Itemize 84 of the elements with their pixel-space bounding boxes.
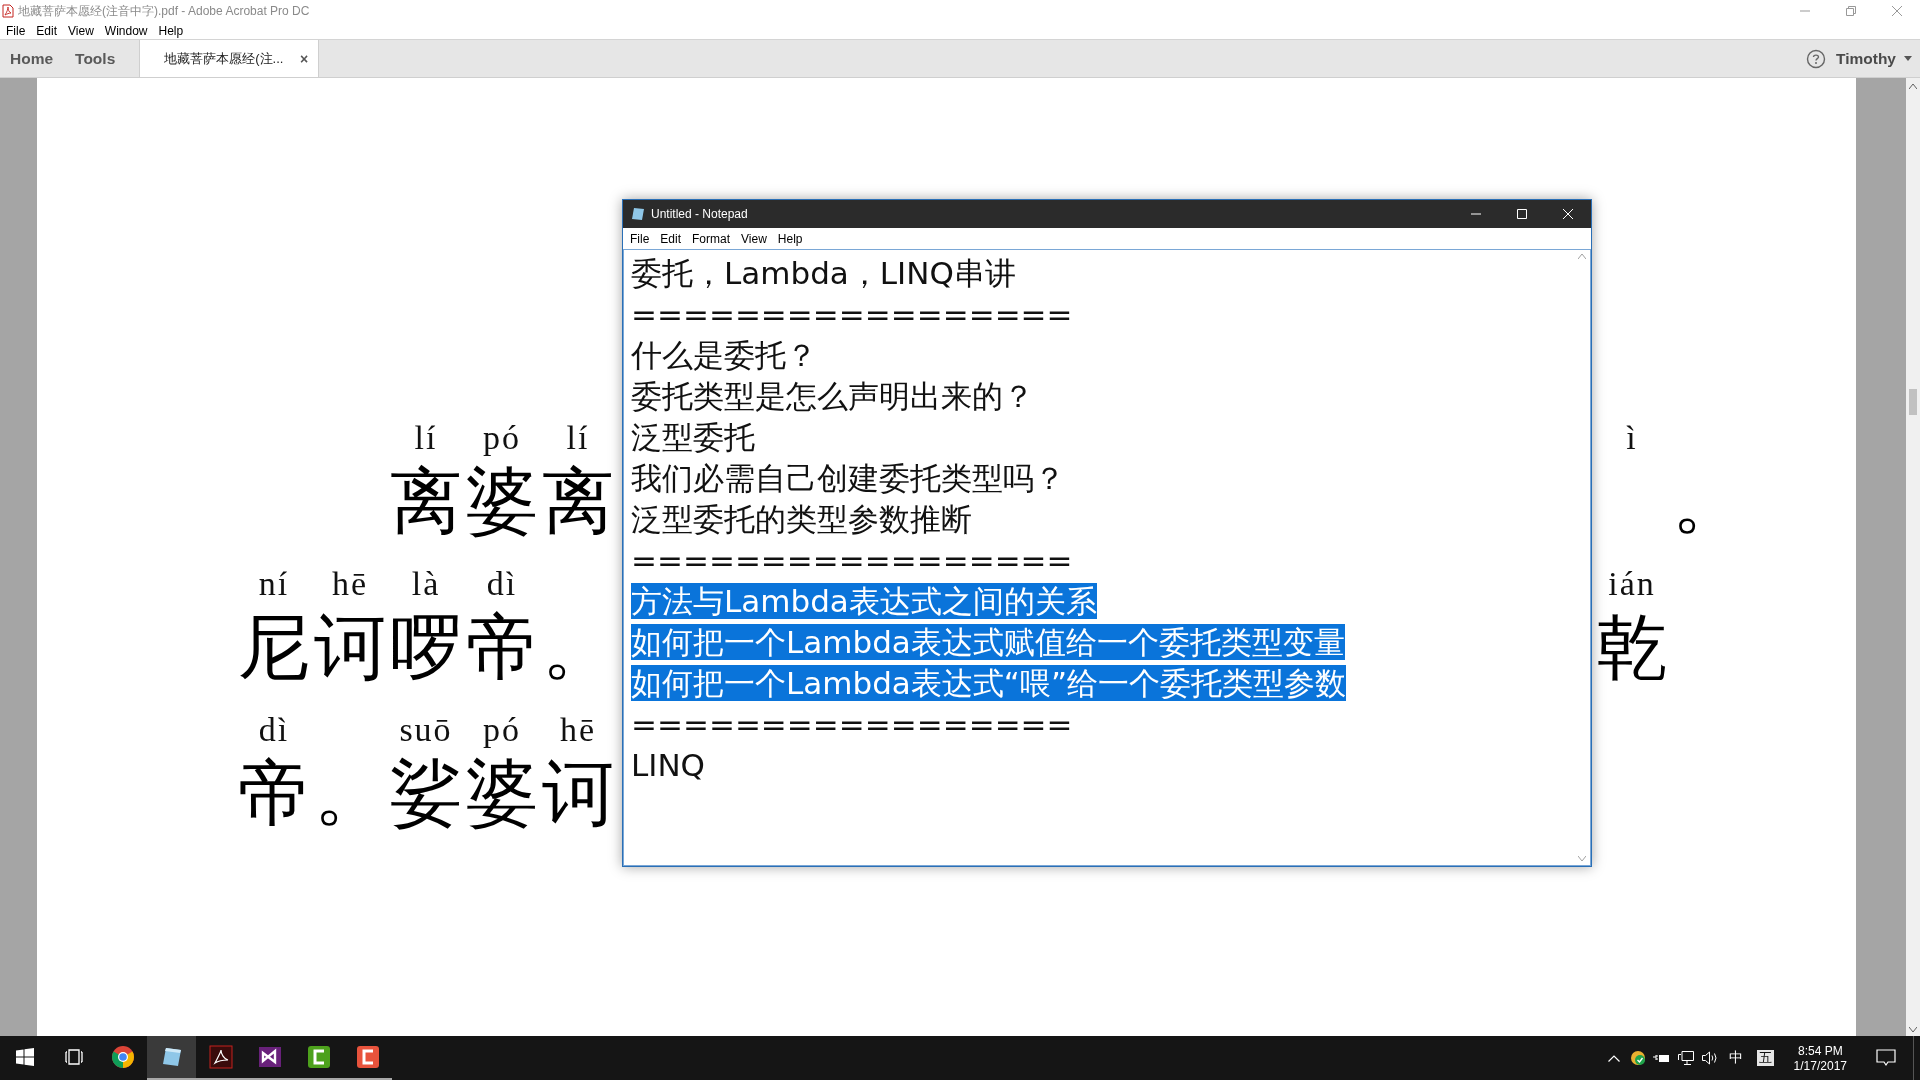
pinyin-text: suō [399,710,453,750]
chinese-character: 乾 [1596,606,1668,688]
chinese-character: 。 [314,752,386,834]
clock[interactable]: 8:54 PM 1/17/2017 [1783,1043,1857,1073]
nav-tab[interactable]: Home [0,40,66,77]
pinyin-text: ián [1608,564,1656,604]
battery-charging-icon[interactable] [1652,1052,1671,1064]
text-line: 委托，Lambda，LINQ串讲 [631,255,1016,291]
restore-icon [1846,6,1856,16]
chinese-character: 帝 [466,606,538,688]
chinese-character: 娑 [390,752,462,834]
pinyin-text: pó [483,710,521,750]
chevron-up-icon[interactable] [1607,1054,1620,1062]
chinese-character: 诃 [542,752,614,834]
menu-item[interactable]: File [624,231,655,246]
document-tab[interactable]: 地藏菩萨本愿经(注... × [139,40,320,77]
menu-item[interactable]: Help [152,23,189,38]
scroll-down-icon[interactable] [1909,1027,1917,1032]
chinese-character: 。 [1672,460,1744,542]
shield-check-icon[interactable] [1629,1050,1646,1066]
text-line: 委托类型是怎么声明出来的？ [631,378,1034,414]
chinese-character: 婆 [466,460,538,542]
pinyin-text: ní [258,564,290,604]
chrome-logo-icon [110,1045,135,1069]
maximize-icon [1517,209,1527,219]
acrobat-logo-icon [208,1045,233,1069]
chinese-character: 诃 [314,606,386,688]
menu-item[interactable]: Edit [654,231,687,246]
pinyin-text: là [411,564,441,604]
text-line: 泛型委托的类型参数推断 [631,501,972,537]
windows-logo-icon [15,1048,34,1066]
speaker-icon[interactable] [1700,1050,1719,1066]
menu-item[interactable]: File [0,23,31,38]
nav-tab[interactable]: Tools [65,40,128,77]
pinyin-text: dì [258,710,290,750]
menu-item[interactable]: Format [686,231,736,246]
text-line: ================= [631,542,1073,578]
speech-bubble-icon [1876,1049,1896,1067]
taskbar-button[interactable] [147,1036,196,1080]
window-title: 地藏菩萨本愿经(注音中字).pdf - Adobe Acrobat Pro DC [18,2,311,20]
text-line: 我们必需自己创建委托类型吗？ [631,460,1065,496]
menu-item[interactable]: Window [98,23,153,38]
input-language-indicator[interactable]: 中 [1724,1049,1747,1067]
close-icon [1892,6,1902,16]
visual-studio-logo-icon [257,1045,282,1069]
close-icon [1563,209,1573,219]
pinyin-text: lí [566,418,590,458]
network-icon[interactable] [1676,1050,1695,1066]
notepad-title: Untitled - Notepad [651,207,749,221]
text-line: 什么是委托？ [631,337,817,373]
chinese-character: 帝 [238,752,310,834]
chinese-character: 婆 [466,752,538,834]
scrollbar-thumb[interactable] [1909,389,1917,415]
pinyin-text: dì [486,564,518,604]
pinyin-text: hē [331,564,369,604]
document-tab-label: 地藏菩萨本愿经(注... [164,49,284,68]
pinyin-text: pó [483,418,521,458]
text-line: ================= [631,296,1073,332]
pinyin-text: ì [1626,418,1638,458]
task-view-icon [62,1049,85,1065]
text-line: ================= [631,706,1073,742]
chinese-character: 啰 [390,606,462,688]
chinese-character: 离 [390,460,462,542]
menu-item[interactable]: Help [771,231,808,246]
close-tab-button[interactable]: × [298,50,311,67]
text-line: LINQ [631,747,705,783]
pinyin-text: lí [414,418,438,458]
camtasia-logo-icon [355,1045,380,1069]
caret-icon [1904,56,1912,61]
text-line: 泛型委托 [631,419,755,455]
pinyin-text: hē [559,710,597,750]
menu-item[interactable]: View [735,231,772,246]
input-mode-indicator[interactable]: 五 [1756,1050,1774,1066]
menu-item[interactable]: View [62,23,99,38]
scroll-up-icon[interactable] [1909,84,1917,89]
notepad-icon [631,207,645,221]
menu-item[interactable]: Edit [30,23,63,38]
chinese-character: 尼 [238,606,310,688]
scrollbar[interactable] [1906,78,1920,1036]
account-menu[interactable]: Timothy [1826,40,1920,77]
chinese-character: 。 [542,606,614,688]
help-icon[interactable] [1806,48,1826,69]
camtasia-logo-icon [306,1045,331,1069]
chinese-character: 离 [542,460,614,542]
